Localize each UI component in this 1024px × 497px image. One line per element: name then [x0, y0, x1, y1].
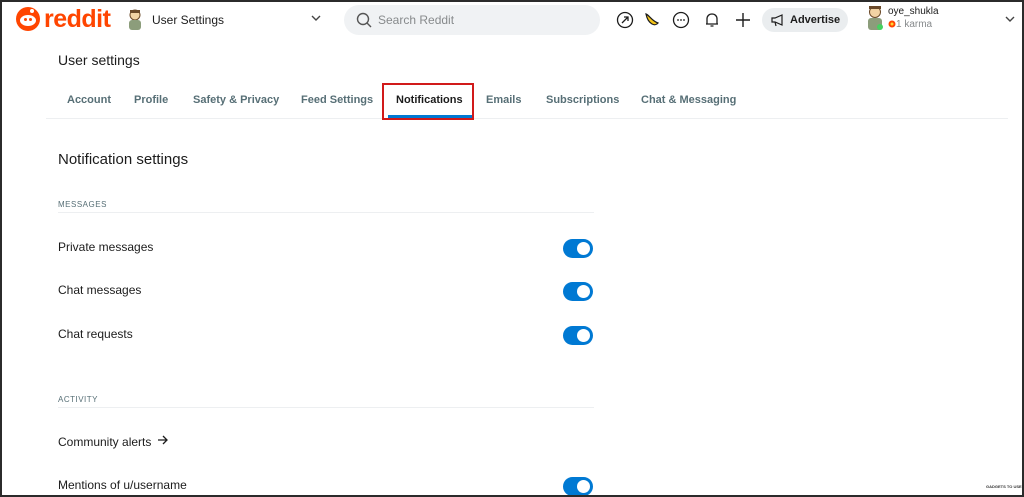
community-alerts-label: Community alerts	[58, 434, 152, 449]
user-avatar-icon	[868, 6, 883, 30]
watermark: GADGETS TO USE	[986, 484, 1022, 489]
tab-profile[interactable]: Profile	[134, 94, 168, 106]
arrow-right-icon	[157, 434, 169, 449]
app-window: reddit User Settings Search Reddit Adver…	[0, 0, 1024, 497]
section-title: Notification settings	[58, 151, 189, 168]
page-title: User settings	[58, 52, 140, 68]
setting-label-private-messages: Private messages	[58, 240, 154, 254]
tab-account[interactable]: Account	[67, 94, 111, 106]
toggle-mentions[interactable]	[563, 477, 593, 495]
toggle-chat-requests[interactable]	[563, 326, 593, 345]
community-label: User Settings	[152, 13, 225, 27]
user-menu[interactable]: oye_shukla 1 karma	[866, 5, 1016, 35]
chevron-down-icon	[1004, 13, 1016, 28]
tab-chat-messaging[interactable]: Chat & Messaging	[641, 94, 736, 106]
tab-notifications[interactable]: Notifications	[396, 94, 463, 106]
group-label-activity: ACTIVITY	[58, 395, 99, 404]
search-input[interactable]	[378, 13, 578, 27]
top-navbar: reddit User Settings Search Reddit Adver…	[2, 2, 1022, 38]
user-avatar-icon	[129, 9, 141, 30]
community-alerts-link[interactable]: Community alerts	[58, 434, 169, 449]
toggle-chat-messages[interactable]	[563, 282, 593, 301]
advertise-button[interactable]: Advertise	[762, 8, 848, 32]
toggle-private-messages[interactable]	[563, 239, 593, 258]
community-switcher[interactable]: User Settings	[126, 7, 326, 33]
divider	[58, 407, 594, 408]
divider	[58, 212, 594, 213]
create-post-icon[interactable]	[733, 10, 753, 30]
snoo-icon	[16, 7, 40, 31]
popular-icon[interactable]	[615, 10, 635, 30]
setting-label-chat-messages: Chat messages	[58, 283, 142, 297]
karma-count: 1 karma	[896, 19, 933, 30]
notification-bell-icon[interactable]	[702, 10, 722, 30]
setting-label-chat-requests: Chat requests	[58, 327, 133, 341]
chevron-down-icon	[310, 12, 322, 27]
banana-icon[interactable]	[642, 10, 662, 30]
active-tab-indicator	[388, 115, 472, 118]
advertise-label: Advertise	[790, 14, 841, 26]
karma-icon	[888, 20, 896, 28]
tab-feed-settings[interactable]: Feed Settings	[301, 94, 373, 106]
tab-safety-privacy[interactable]: Safety & Privacy	[193, 94, 279, 106]
reddit-logo[interactable]: reddit	[16, 5, 111, 33]
search-bar[interactable]	[344, 5, 600, 35]
search-icon	[356, 12, 372, 28]
logo-text: reddit	[44, 5, 111, 33]
group-label-messages: MESSAGES	[58, 200, 107, 209]
setting-label-mentions: Mentions of u/username	[58, 478, 187, 492]
tab-subscriptions[interactable]: Subscriptions	[546, 94, 619, 106]
tab-emails[interactable]: Emails	[486, 94, 521, 106]
chat-icon[interactable]	[671, 10, 691, 30]
username: oye_shukla	[888, 6, 939, 17]
megaphone-icon	[771, 14, 783, 27]
settings-tabs: Account Profile Safety & Privacy Feed Se…	[46, 82, 1008, 119]
